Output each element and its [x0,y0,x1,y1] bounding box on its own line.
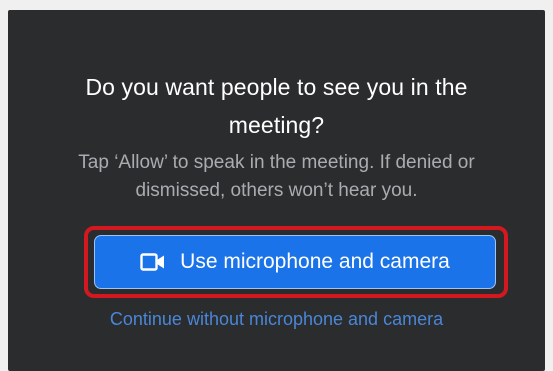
continue-without-media-link[interactable]: Continue without microphone and camera [8,306,545,332]
dialog-title: Do you want people to see you in the mee… [85,74,468,138]
dialog-subtitle: Tap ‘Allow’ to speak in the meeting. If … [78,152,475,201]
primary-button-label: Use microphone and camera [180,250,450,273]
use-microphone-and-camera-button[interactable]: Use microphone and camera [94,235,496,289]
screenshot-frame: Do you want people to see you in the mee… [0,0,553,371]
video-camera-icon [140,252,166,272]
permission-dialog: Do you want people to see you in the mee… [8,10,545,371]
